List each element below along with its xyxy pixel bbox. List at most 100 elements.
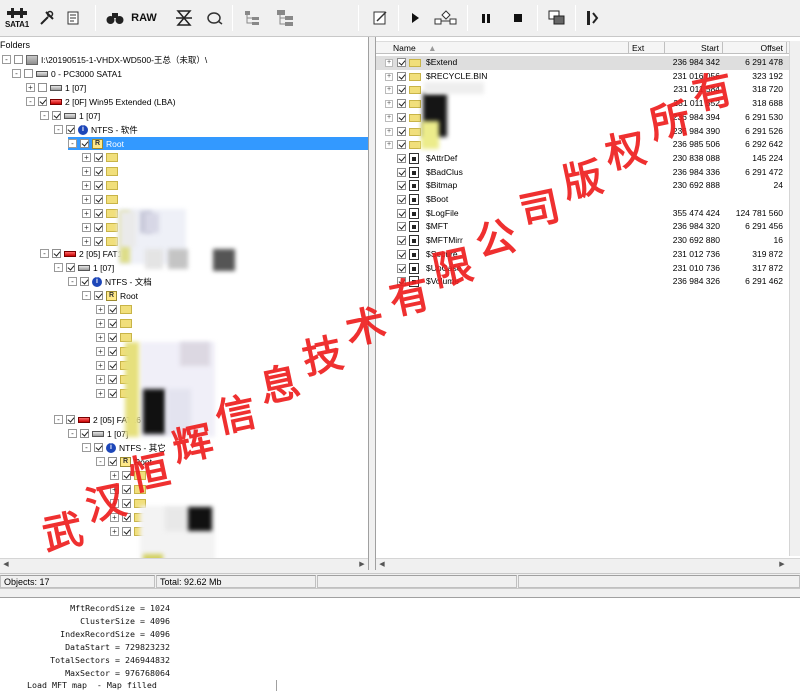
file-row[interactable]: $MFTMirr 230 692 880 16 xyxy=(376,234,800,248)
tree-node[interactable]: - 0 - PC3000 SATA1 xyxy=(12,67,122,80)
play-button[interactable] xyxy=(404,4,426,32)
tree-checkbox[interactable] xyxy=(66,125,75,134)
tree-node[interactable]: - i NTFS - 文档 xyxy=(68,275,152,288)
row-checkbox[interactable] xyxy=(397,58,406,67)
collapse-toggle[interactable]: - xyxy=(82,443,91,452)
tree-node[interactable]: -1 [07] xyxy=(68,427,128,440)
tree-view-button[interactable] xyxy=(240,4,264,32)
tree-node[interactable]: - 2 [0F] Win95 Extended (LBA) xyxy=(26,95,176,108)
tree-checkbox[interactable] xyxy=(122,527,131,536)
expand-toggle[interactable]: + xyxy=(82,209,91,218)
tree-checkbox[interactable] xyxy=(94,291,103,300)
collapse-toggle[interactable]: - xyxy=(68,277,77,286)
tree-node[interactable]: - R Root xyxy=(96,455,152,468)
collapse-toggle[interactable]: - xyxy=(2,55,11,64)
tree-node[interactable]: + xyxy=(110,483,149,496)
expand-toggle[interactable]: + xyxy=(96,389,105,398)
tree-checkbox[interactable] xyxy=(94,209,103,218)
tree-checkbox[interactable] xyxy=(52,249,61,258)
tree-checkbox[interactable] xyxy=(108,457,117,466)
tree-node[interactable]: + xyxy=(96,317,135,330)
file-row[interactable]: $Boot xyxy=(376,193,800,207)
sata-device-button[interactable]: SATA1 xyxy=(0,4,34,32)
expand-toggle[interactable]: + xyxy=(96,333,105,342)
collapse-toggle[interactable]: - xyxy=(68,429,77,438)
file-row[interactable]: +236 985 506 6 292 642 xyxy=(376,138,800,152)
row-checkbox[interactable] xyxy=(397,249,406,259)
tree-node[interactable]: + xyxy=(82,235,121,248)
expand-toggle[interactable]: + xyxy=(82,223,91,232)
disk-map-button[interactable] xyxy=(172,4,196,32)
tree-checkbox[interactable] xyxy=(66,263,75,272)
tools-button[interactable] xyxy=(36,4,58,32)
expand-toggle[interactable]: + xyxy=(82,153,91,162)
expand-toggle[interactable]: + xyxy=(96,347,105,356)
expand-toggle[interactable]: + xyxy=(96,375,105,384)
expand-toggle[interactable]: + xyxy=(110,485,119,494)
tree-checkbox[interactable] xyxy=(80,139,89,148)
tree-checkbox[interactable] xyxy=(94,181,103,190)
scroll-right-arrow[interactable]: ▶ xyxy=(356,559,368,570)
tree-node[interactable]: - I:\20190515-1-VHDX-WD500-王总（未取）\ xyxy=(2,53,207,66)
scroll-right-arrow[interactable]: ▶ xyxy=(776,559,788,570)
expand-toggle[interactable]: + xyxy=(96,361,105,370)
tree-expand-button[interactable] xyxy=(272,4,298,32)
tree-checkbox[interactable] xyxy=(108,389,117,398)
windows-button[interactable] xyxy=(545,4,569,32)
tree-checkbox[interactable] xyxy=(94,443,103,452)
scroll-left-arrow[interactable]: ◀ xyxy=(376,559,388,570)
row-checkbox[interactable] xyxy=(397,181,406,191)
file-list-vertical-scrollbar[interactable] xyxy=(789,41,800,556)
tree-node[interactable]: - R Root xyxy=(68,137,368,150)
column-start-header[interactable]: Start xyxy=(665,42,723,54)
file-row[interactable]: $Secure 231 012 736 319 872 xyxy=(376,248,800,262)
expand-toggle[interactable]: + xyxy=(110,527,119,536)
expand-toggle[interactable]: + xyxy=(385,127,393,136)
expand-toggle[interactable]: + xyxy=(82,181,91,190)
collapse-toggle[interactable]: - xyxy=(54,125,63,134)
scroll-left-arrow[interactable]: ◀ xyxy=(0,559,12,570)
tree-checkbox[interactable] xyxy=(94,167,103,176)
expand-toggle[interactable]: + xyxy=(82,167,91,176)
expand-toggle[interactable]: + xyxy=(110,513,119,522)
expand-toggle[interactable]: + xyxy=(385,86,393,95)
row-checkbox[interactable] xyxy=(397,236,406,246)
collapse-toggle[interactable]: - xyxy=(12,69,21,78)
collapse-toggle[interactable]: - xyxy=(54,263,63,272)
tree-checkbox[interactable] xyxy=(108,375,117,384)
tree-checkbox[interactable] xyxy=(108,319,117,328)
row-checkbox[interactable] xyxy=(397,195,406,204)
file-row[interactable]: $MFT 236 984 320 6 291 456 xyxy=(376,220,800,234)
task-flow-button[interactable] xyxy=(432,4,460,32)
expand-toggle[interactable]: + xyxy=(110,471,119,480)
expand-toggle[interactable]: + xyxy=(82,237,91,246)
row-checkbox[interactable] xyxy=(397,277,406,287)
tree-checkbox[interactable] xyxy=(122,513,131,522)
tree-node[interactable]: + xyxy=(82,207,121,220)
raw-button[interactable]: RAW xyxy=(130,4,158,32)
exit-button[interactable] xyxy=(582,4,604,32)
file-row[interactable]: $AttrDef 230 838 088 145 224 xyxy=(376,152,800,166)
collapse-toggle[interactable]: - xyxy=(40,249,49,258)
row-checkbox[interactable] xyxy=(397,71,406,81)
tree-checkbox[interactable] xyxy=(122,499,131,508)
tree-checkbox[interactable] xyxy=(80,429,89,438)
report-button[interactable] xyxy=(368,4,392,32)
tree-node[interactable]: -1 [07] xyxy=(40,109,100,122)
tree-horizontal-scrollbar[interactable]: ◀ ▶ xyxy=(0,558,368,570)
file-row[interactable]: $Bitmap 230 692 888 24 xyxy=(376,179,800,193)
row-checkbox[interactable] xyxy=(397,85,406,95)
row-checkbox[interactable] xyxy=(397,112,406,122)
scroll-button[interactable] xyxy=(62,4,84,32)
tree-checkbox[interactable] xyxy=(38,97,47,106)
pause-button[interactable] xyxy=(476,4,496,32)
tree-checkbox[interactable] xyxy=(122,485,131,494)
expand-toggle[interactable]: + xyxy=(96,319,105,328)
column-name-header[interactable]: Name ▲ xyxy=(390,42,629,54)
column-ext-header[interactable]: Ext xyxy=(629,42,665,54)
expand-toggle[interactable]: + xyxy=(385,113,393,122)
row-checkbox[interactable] xyxy=(397,99,406,109)
tree-checkbox[interactable] xyxy=(108,361,117,370)
column-offset-header[interactable]: Offset xyxy=(723,42,787,54)
tree-checkbox[interactable] xyxy=(94,223,103,232)
